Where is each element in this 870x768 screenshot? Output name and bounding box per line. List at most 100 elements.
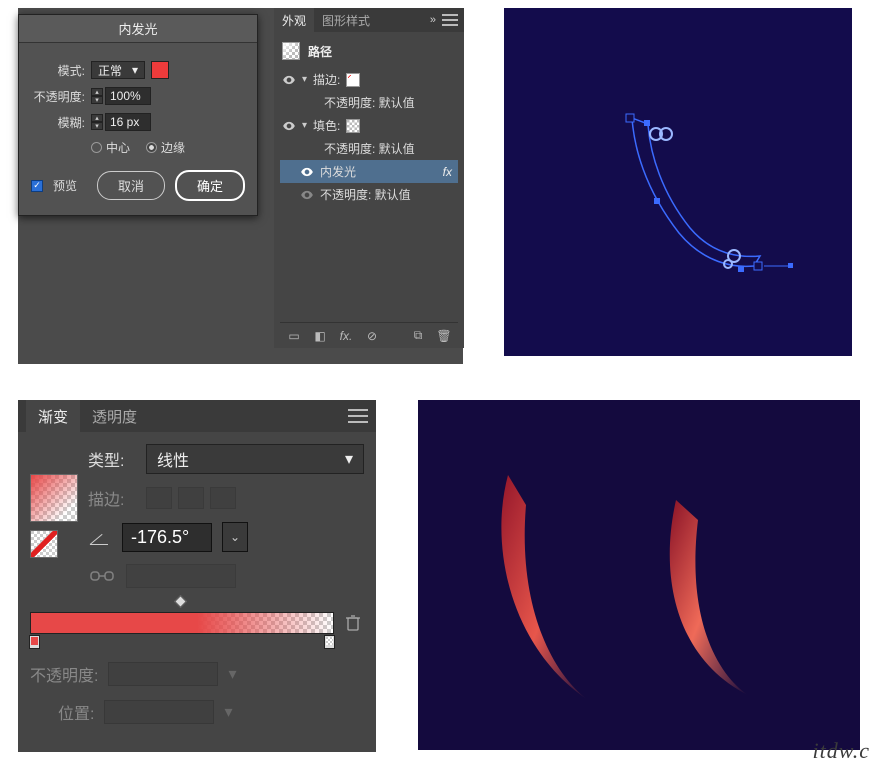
cancel-button[interactable]: 取消: [97, 171, 165, 200]
object-opacity-row[interactable]: 不透明度: 默认值: [280, 183, 458, 206]
appearance-panel: 路径 ▾ 描边: 不透明度: 默认值 ▾ 填色: 不透明度: 默认值: [274, 32, 464, 348]
selected-path[interactable]: [632, 118, 760, 266]
add-stroke-icon[interactable]: ▭: [286, 328, 302, 344]
blend-mode-select[interactable]: 正常 ▾: [91, 61, 145, 79]
fill-opacity-row[interactable]: 不透明度: 默认值: [280, 137, 458, 160]
edge-radio[interactable]: 边缘: [146, 139, 185, 156]
stroke-opacity-text: 不透明度: 默认值: [324, 94, 415, 111]
visibility-eye-icon[interactable]: [282, 73, 296, 87]
gradient-panel-tabs: 渐变 透明度: [18, 400, 376, 432]
dialog-title: 内发光: [19, 15, 257, 43]
gradient-fill-swatch[interactable]: [30, 474, 78, 522]
anchor-handle[interactable]: [754, 262, 762, 270]
panel-collapse-icon[interactable]: »: [430, 14, 436, 26]
inner-glow-label: 内发光: [320, 163, 356, 180]
stroke-within-button[interactable]: [146, 487, 172, 509]
visibility-eye-icon[interactable]: [300, 188, 314, 202]
angle-icon: [88, 525, 112, 549]
center-radio-label: 中心: [106, 139, 130, 156]
gradient-type-select[interactable]: 线性 ▾: [146, 444, 364, 474]
blur-spinner[interactable]: ▴▾: [91, 114, 103, 130]
delete-stop-icon[interactable]: [342, 612, 364, 634]
panel-menu-icon[interactable]: [442, 14, 458, 26]
type-label: 类型:: [88, 447, 136, 471]
rendered-horn-right: [670, 500, 748, 695]
stroke-label: 描边:: [313, 71, 340, 88]
stop-opacity-label: 不透明度:: [30, 662, 98, 686]
stop-position-label: 位置:: [30, 700, 94, 724]
expand-tri-icon[interactable]: ▾: [302, 74, 307, 85]
fill-label: 填色:: [313, 117, 340, 134]
add-effect-icon[interactable]: fx.: [338, 328, 354, 344]
appearance-footer: ▭ ◧ fx. ⊘ ⧉ 🗑: [280, 322, 458, 348]
anchor-handle[interactable]: [654, 198, 660, 204]
rendered-horn-left: [501, 475, 588, 700]
center-radio[interactable]: 中心: [91, 139, 130, 156]
chevron-down-icon: ▾: [132, 63, 138, 77]
glow-color-swatch[interactable]: [151, 61, 169, 79]
appearance-panel-tabs: 外观 图形样式 »: [274, 8, 464, 32]
gradient-ramp[interactable]: [30, 612, 334, 634]
stop-position-field[interactable]: [104, 700, 214, 724]
blur-field[interactable]: 16 px: [105, 113, 151, 131]
opacity-midpoint-handle[interactable]: [174, 595, 187, 608]
tab-graphic-styles[interactable]: 图形样式: [314, 8, 378, 33]
mode-label: 模式:: [31, 62, 85, 79]
visibility-eye-icon[interactable]: [282, 119, 296, 133]
expand-tri-icon[interactable]: ▾: [302, 120, 307, 131]
chevron-down-icon: ▾: [345, 449, 353, 469]
direction-end-handle[interactable]: [788, 263, 793, 268]
ok-button[interactable]: 确定: [175, 170, 245, 201]
fill-opacity-text: 不透明度: 默认值: [324, 140, 415, 157]
preview-checkbox[interactable]: [31, 180, 43, 192]
angle-dropdown-button[interactable]: ⌄: [222, 522, 248, 552]
stop-opacity-field[interactable]: [108, 662, 218, 686]
gradient-panel: 渐变 透明度 类型: 线性 ▾ 描边:: [18, 400, 376, 752]
gradient-angle-field[interactable]: -176.5°: [122, 523, 212, 552]
add-fill-icon[interactable]: ◧: [312, 328, 328, 344]
appearance-header: 路径: [280, 38, 458, 68]
stroke-opacity-row[interactable]: 不透明度: 默认值: [280, 91, 458, 114]
aspect-ratio-field[interactable]: [126, 564, 236, 588]
path-title: 路径: [308, 43, 332, 60]
stroke-row[interactable]: ▾ 描边:: [280, 68, 458, 91]
inner-glow-row[interactable]: 内发光 fx: [280, 160, 458, 183]
gradient-stroke-swatch[interactable]: [30, 530, 58, 558]
opacity-label: 不透明度:: [31, 88, 85, 105]
inner-glow-dialog: 内发光 模式: 正常 ▾ 不透明度: ▴▾ 100% 模糊: ▴▾ 16 px: [18, 14, 258, 216]
preview-label: 预览: [53, 177, 77, 194]
stroke-swatch-icon[interactable]: [346, 73, 360, 87]
opacity-spinner[interactable]: ▴▾: [91, 88, 103, 104]
blend-mode-value: 正常: [98, 62, 122, 79]
path-swatch-icon[interactable]: [282, 42, 300, 60]
gradient-stop-end[interactable]: [324, 635, 335, 649]
edge-radio-label: 边缘: [161, 139, 185, 156]
fill-row[interactable]: ▾ 填色:: [280, 114, 458, 137]
panel-menu-icon[interactable]: [348, 409, 368, 423]
visibility-eye-icon[interactable]: [300, 165, 314, 179]
opacity-field[interactable]: 100%: [105, 87, 151, 105]
radio-on-icon: [146, 142, 157, 153]
aspect-link-icon[interactable]: [88, 566, 116, 586]
anchor-handle[interactable]: [644, 120, 650, 126]
duplicate-icon[interactable]: ⧉: [410, 328, 426, 344]
canvas-preview-path: [504, 8, 852, 356]
anchor-handle[interactable]: [626, 114, 634, 122]
clear-icon[interactable]: ⊘: [364, 328, 380, 344]
tab-transparency[interactable]: 透明度: [80, 400, 149, 433]
fx-applied-icon[interactable]: fx: [443, 165, 456, 179]
stroke-along-button[interactable]: [178, 487, 204, 509]
tab-appearance[interactable]: 外观: [274, 8, 314, 33]
stroke-align-label: 描边:: [88, 486, 136, 510]
gradient-stop-start[interactable]: [29, 635, 40, 649]
canvas-preview-result: [418, 400, 860, 750]
object-opacity-text: 不透明度: 默认值: [320, 186, 411, 203]
gradient-type-value: 线性: [157, 447, 189, 471]
delete-icon[interactable]: 🗑: [436, 328, 452, 344]
radio-off-icon: [91, 142, 102, 153]
blur-label: 模糊:: [31, 114, 85, 131]
fill-swatch-icon[interactable]: [346, 119, 360, 133]
anchor-handle[interactable]: [738, 266, 744, 272]
stroke-across-button[interactable]: [210, 487, 236, 509]
tab-gradient[interactable]: 渐变: [26, 400, 80, 433]
